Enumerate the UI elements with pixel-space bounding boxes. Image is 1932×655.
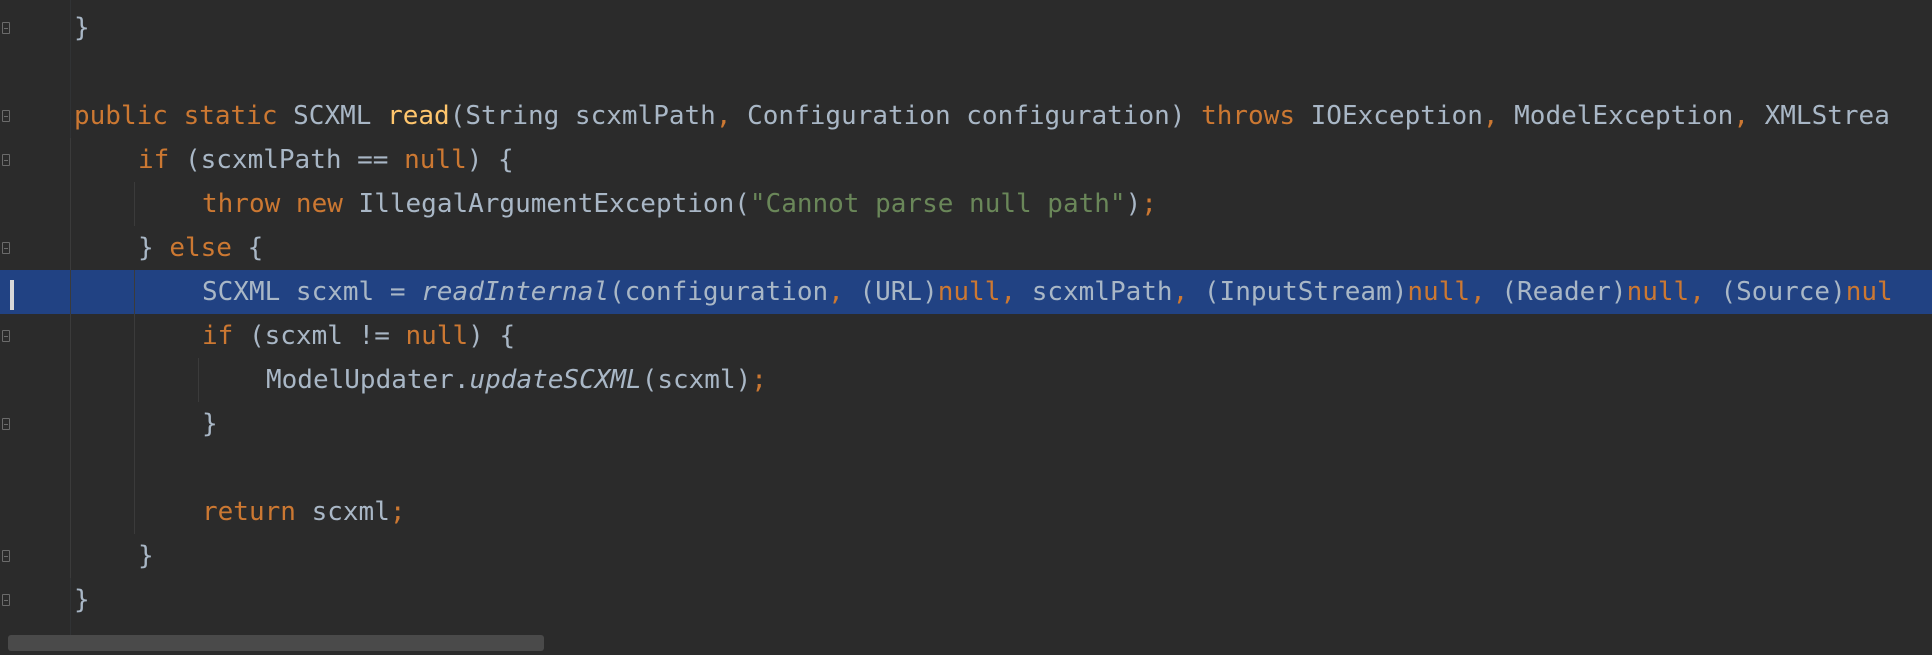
code-line-text: } (138, 534, 154, 578)
code-token: ModelException (1514, 101, 1734, 131)
code-token: IOException (1310, 101, 1483, 131)
code-line[interactable]: return scxml; (0, 490, 1932, 534)
code-token: throws (1201, 101, 1311, 131)
code-token: } (138, 233, 170, 263)
code-token: else (169, 233, 248, 263)
code-token: null (1407, 277, 1471, 307)
code-line-text: } else { (138, 226, 263, 270)
code-token: } (74, 585, 90, 615)
code-token: , (1172, 277, 1204, 307)
code-editor[interactable]: } public static SCXML read(String scxmlPa… (0, 0, 1932, 655)
code-token: return (202, 497, 312, 527)
code-token: (scxml) (641, 365, 752, 395)
code-line[interactable]: } (0, 402, 1932, 446)
code-token: readInternal (421, 277, 609, 307)
code-token: (InputStream) (1203, 277, 1408, 307)
code-token: ) (1125, 189, 1142, 219)
code-token: (scxmlPath == (184, 145, 405, 175)
fold-marker-icon[interactable] (2, 154, 10, 166)
code-token: updateSCXML (469, 365, 642, 395)
code-token: scxml (311, 497, 390, 527)
code-token: Configuration configuration) (747, 101, 1202, 131)
code-line[interactable]: if (scxmlPath == null) { (0, 138, 1932, 182)
code-token: (Source) (1720, 277, 1846, 307)
indent-guide (134, 182, 135, 226)
code-line-text: if (scxml != null) { (202, 314, 515, 358)
code-token: , (1689, 277, 1721, 307)
code-line-text: SCXML scxml = readInternal(configuration… (202, 270, 1893, 314)
code-line-text: ModelUpdater.updateSCXML(scxml); (266, 358, 767, 402)
code-token: if (138, 145, 185, 175)
code-line[interactable]: public static SCXML read(String scxmlPat… (0, 94, 1932, 138)
code-token: } (74, 13, 90, 43)
fold-marker-icon[interactable] (2, 418, 10, 430)
fold-marker-icon[interactable] (2, 330, 10, 342)
code-token: (Reader) (1501, 277, 1627, 307)
code-token: throw new (202, 189, 359, 219)
code-token: ) { (466, 145, 514, 175)
code-token: null (405, 321, 469, 351)
code-token: XMLStrea (1764, 101, 1890, 131)
indent-guide (198, 358, 199, 402)
code-token: (URL) (859, 277, 938, 307)
code-token: ; (751, 365, 767, 395)
code-line-text: if (scxmlPath == null) { (138, 138, 514, 182)
code-token: null (404, 145, 467, 175)
fold-marker-icon[interactable] (2, 22, 10, 34)
code-line[interactable] (0, 50, 1932, 94)
code-token: (configuration (609, 277, 829, 307)
code-line[interactable]: throw new IllegalArgumentException("Cann… (0, 182, 1932, 226)
code-token: { (247, 233, 264, 263)
code-token: ModelUpdater. (266, 365, 470, 395)
code-line-text: throw new IllegalArgumentException("Cann… (202, 182, 1157, 226)
code-line[interactable]: } (0, 534, 1932, 578)
code-token: , (1470, 277, 1502, 307)
fold-marker-icon[interactable] (2, 110, 10, 122)
code-token: (scxml != (248, 321, 406, 351)
code-token: SCXML scxml = (202, 277, 422, 307)
current-line-marker (10, 280, 14, 310)
code-line-text: return scxml; (202, 490, 406, 534)
indent-guide (70, 138, 71, 578)
code-token: } (138, 541, 154, 571)
code-token: read (387, 101, 450, 131)
code-token: public static (74, 101, 294, 131)
code-line[interactable]: if (scxml != null) { (0, 314, 1932, 358)
code-token: IllegalArgumentException( (358, 189, 750, 219)
indent-guide (134, 270, 135, 534)
code-line[interactable] (0, 446, 1932, 490)
code-line-text: } (74, 6, 90, 50)
code-line[interactable]: } else { (0, 226, 1932, 270)
code-line[interactable]: ModelUpdater.updateSCXML(scxml); (0, 358, 1932, 402)
code-line[interactable]: } (0, 6, 1932, 50)
code-token: ; (389, 497, 406, 527)
code-token: "Cannot parse null path" (749, 189, 1126, 219)
code-line-text: public static SCXML read(String scxmlPat… (74, 94, 1890, 138)
code-token: ) { (468, 321, 516, 351)
code-token: nul (1845, 277, 1893, 307)
horizontal-scrollbar-thumb[interactable] (8, 635, 544, 651)
code-token: if (202, 321, 249, 351)
code-line[interactable]: } (0, 578, 1932, 622)
fold-marker-icon[interactable] (2, 242, 10, 254)
code-token: } (202, 409, 218, 439)
code-token: SCXML (293, 101, 388, 131)
code-token: , (828, 277, 860, 307)
code-token: , (715, 101, 748, 131)
code-token: , (1733, 101, 1765, 131)
code-token: (String scxmlPath (449, 101, 716, 131)
code-token: , (1482, 101, 1515, 131)
code-token: , (1000, 277, 1032, 307)
fold-marker-icon[interactable] (2, 594, 10, 606)
code-token: null (1626, 277, 1690, 307)
code-line-text: } (202, 402, 218, 446)
code-token: scxmlPath (1031, 277, 1173, 307)
fold-marker-icon[interactable] (2, 550, 10, 562)
code-token: ; (1141, 189, 1157, 219)
code-line[interactable]: SCXML scxml = readInternal(configuration… (0, 270, 1932, 314)
code-line-text: } (74, 578, 90, 622)
code-token: null (937, 277, 1001, 307)
